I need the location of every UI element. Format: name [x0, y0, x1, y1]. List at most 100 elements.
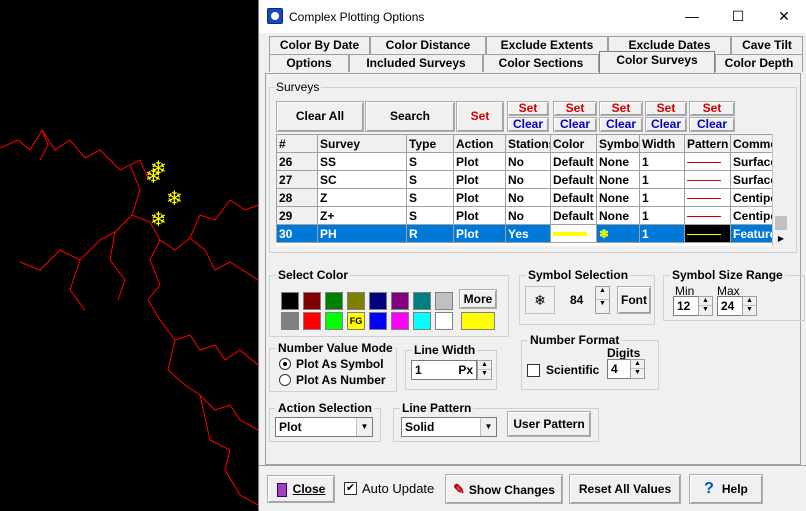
- chevron-down-icon[interactable]: ▼: [480, 418, 496, 436]
- set-color-button[interactable]: Set: [553, 101, 597, 116]
- tab-color-distance[interactable]: Color Distance: [370, 36, 486, 54]
- col-header[interactable]: Pattern: [684, 134, 731, 153]
- table-row-selected[interactable]: 30 PH R Plot Yes ❄ 1 Feature: [276, 224, 788, 243]
- line-width-input[interactable]: 1 Px: [411, 360, 477, 380]
- set-symbol-button[interactable]: Set: [599, 101, 643, 116]
- maximize-button[interactable]: ☐: [715, 0, 761, 33]
- max-spinner[interactable]: ▲ ▼: [742, 296, 757, 316]
- cell-symbol[interactable]: None: [596, 206, 640, 225]
- cell-type[interactable]: S: [406, 188, 454, 207]
- scroll-right-icon[interactable]: ▶: [773, 232, 788, 246]
- cell-type[interactable]: S: [406, 170, 454, 189]
- tab-cave-tilt[interactable]: Cave Tilt: [731, 36, 803, 54]
- cell-color[interactable]: Default: [550, 170, 597, 189]
- scientific-checkbox[interactable]: [527, 364, 540, 377]
- cell-stations[interactable]: No: [505, 170, 551, 189]
- show-changes-button[interactable]: ✎ Show Changes: [445, 474, 563, 504]
- color-swatch-gray[interactable]: [281, 312, 299, 330]
- snowflake-icon[interactable]: ❄: [525, 286, 555, 314]
- cell-color[interactable]: Default: [550, 152, 597, 171]
- col-header[interactable]: Width: [639, 134, 685, 153]
- col-header[interactable]: #: [276, 134, 318, 153]
- clear-stations-button[interactable]: Clear: [507, 117, 549, 132]
- cell-action[interactable]: Plot: [453, 170, 506, 189]
- cell-pattern[interactable]: [684, 188, 731, 207]
- chevron-down-icon[interactable]: ▼: [356, 418, 372, 436]
- cell-action[interactable]: Plot: [453, 152, 506, 171]
- color-swatch-yellow-fg[interactable]: FG: [347, 312, 365, 330]
- cell-stations[interactable]: No: [505, 152, 551, 171]
- user-pattern-button[interactable]: User Pattern: [507, 411, 591, 437]
- font-button[interactable]: Font: [617, 286, 651, 314]
- grid-scrollbar[interactable]: ▶: [772, 134, 788, 246]
- cell-width[interactable]: 1: [639, 224, 685, 243]
- cell-action[interactable]: Plot: [453, 188, 506, 207]
- plot-as-symbol-radio[interactable]: [279, 358, 291, 370]
- tab-color-depth[interactable]: Color Depth: [715, 54, 803, 72]
- action-select[interactable]: Plot ▼: [275, 417, 373, 437]
- tab-included-surveys[interactable]: Included Surveys: [349, 54, 483, 72]
- cell-width[interactable]: 1: [639, 206, 685, 225]
- cell-symbol[interactable]: None: [596, 152, 640, 171]
- cell-survey[interactable]: Z+: [317, 206, 407, 225]
- close-button[interactable]: Close: [267, 475, 335, 503]
- col-header[interactable]: Symbol: [596, 134, 640, 153]
- set-pattern-button[interactable]: Set: [689, 101, 735, 116]
- table-row[interactable]: 26 SS S Plot No Default None 1 Surface: [276, 152, 788, 171]
- col-header[interactable]: Color: [550, 134, 597, 153]
- clear-all-button[interactable]: Clear All: [276, 101, 364, 132]
- minimize-button[interactable]: —: [669, 0, 715, 33]
- cell-symbol[interactable]: ❄: [596, 224, 640, 243]
- cell-stations[interactable]: No: [505, 206, 551, 225]
- digits-input[interactable]: 4: [607, 359, 631, 379]
- set-stations-button[interactable]: Set: [507, 101, 549, 116]
- set-width-button[interactable]: Set: [645, 101, 687, 116]
- auto-update-checkbox[interactable]: ✔: [344, 482, 357, 495]
- table-row[interactable]: 29 Z+ S Plot No Default None 1 Centipede: [276, 206, 788, 225]
- cell-width[interactable]: 1: [639, 188, 685, 207]
- color-swatch-blue[interactable]: [369, 312, 387, 330]
- tab-exclude-extents[interactable]: Exclude Extents: [486, 36, 608, 54]
- cell-action[interactable]: Plot: [453, 224, 506, 243]
- cell-pattern[interactable]: [684, 152, 731, 171]
- color-swatch-maroon[interactable]: [303, 292, 321, 310]
- plot-as-number-radio[interactable]: [279, 374, 291, 386]
- color-swatch-lime[interactable]: [325, 312, 343, 330]
- color-swatch-white[interactable]: [435, 312, 453, 330]
- color-swatch-silver[interactable]: [435, 292, 453, 310]
- color-swatch-olive[interactable]: [347, 292, 365, 310]
- col-header[interactable]: Action: [453, 134, 506, 153]
- line-width-spinner[interactable]: ▲ ▼: [477, 360, 492, 380]
- cell-width[interactable]: 1: [639, 170, 685, 189]
- table-row[interactable]: 27 SC S Plot No Default None 1 Surface: [276, 170, 788, 189]
- cell-symbol[interactable]: None: [596, 170, 640, 189]
- cell-survey[interactable]: SC: [317, 170, 407, 189]
- cell-width[interactable]: 1: [639, 152, 685, 171]
- tab-options[interactable]: Options: [269, 54, 349, 72]
- min-spinner[interactable]: ▲ ▼: [698, 296, 713, 316]
- cell-color[interactable]: [550, 224, 597, 243]
- set-button[interactable]: Set: [456, 101, 504, 132]
- color-swatch-cyan[interactable]: [413, 312, 431, 330]
- col-header[interactable]: Survey: [317, 134, 407, 153]
- cell-symbol[interactable]: None: [596, 188, 640, 207]
- cell-pattern[interactable]: [684, 206, 731, 225]
- col-header[interactable]: Type: [406, 134, 454, 153]
- symbol-spinner[interactable]: ▲ ▼: [595, 286, 610, 314]
- help-button[interactable]: ? Help: [689, 474, 763, 504]
- color-swatch-magenta[interactable]: [391, 312, 409, 330]
- scrollbar-thumb[interactable]: [775, 216, 787, 230]
- cell-type[interactable]: S: [406, 206, 454, 225]
- digits-spinner[interactable]: ▲ ▼: [630, 359, 645, 379]
- cell-color[interactable]: Default: [550, 206, 597, 225]
- cell-stations[interactable]: No: [505, 188, 551, 207]
- cell-survey[interactable]: Z: [317, 188, 407, 207]
- line-pattern-select[interactable]: Solid ▼: [401, 417, 497, 437]
- tab-color-by-date[interactable]: Color By Date: [269, 36, 370, 54]
- search-button[interactable]: Search: [365, 101, 455, 132]
- color-swatch-teal[interactable]: [413, 292, 431, 310]
- cell-pattern[interactable]: [684, 170, 731, 189]
- clear-width-button[interactable]: Clear: [645, 117, 687, 132]
- color-swatch-red[interactable]: [303, 312, 321, 330]
- color-swatch-black[interactable]: [281, 292, 299, 310]
